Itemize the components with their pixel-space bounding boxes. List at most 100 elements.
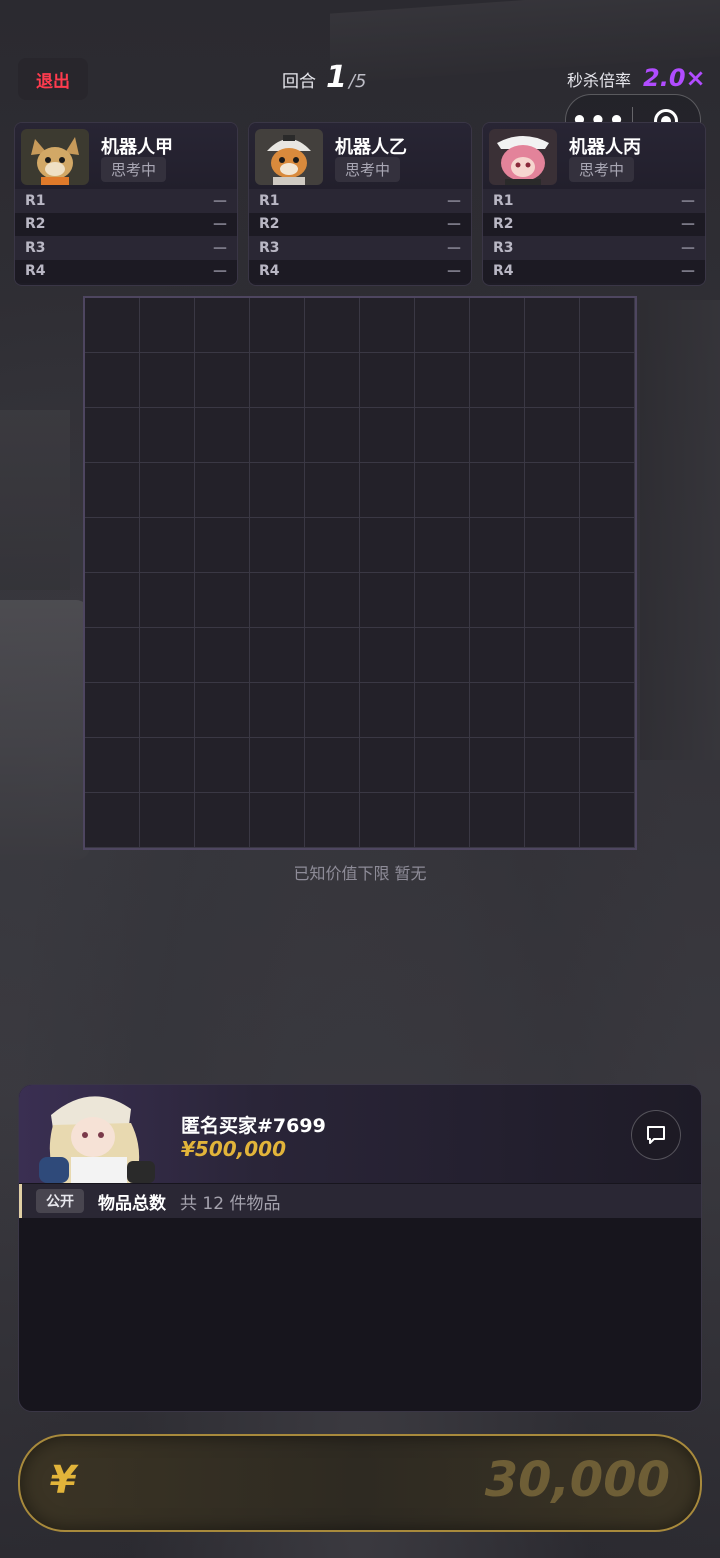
grid-cell[interactable]	[470, 518, 525, 573]
grid-cell[interactable]	[525, 518, 580, 573]
grid-cell[interactable]	[140, 573, 195, 628]
grid-cell[interactable]	[470, 683, 525, 738]
grid-cell[interactable]	[470, 408, 525, 463]
grid-cell[interactable]	[305, 738, 360, 793]
grid-cell[interactable]	[360, 793, 415, 848]
grid-cell[interactable]	[195, 628, 250, 683]
grid-cell[interactable]	[85, 628, 140, 683]
grid-cell[interactable]	[415, 793, 470, 848]
grid-cell[interactable]	[140, 408, 195, 463]
grid-cell[interactable]	[195, 683, 250, 738]
grid-cell[interactable]	[85, 738, 140, 793]
grid-cell[interactable]	[250, 298, 305, 353]
grid-cell[interactable]	[415, 738, 470, 793]
grid-cell[interactable]	[140, 353, 195, 408]
grid-cell[interactable]	[305, 573, 360, 628]
grid-cell[interactable]	[360, 463, 415, 518]
grid-cell[interactable]	[415, 353, 470, 408]
grid-cell[interactable]	[85, 683, 140, 738]
grid-cell[interactable]	[85, 463, 140, 518]
grid-cell[interactable]	[470, 463, 525, 518]
grid-cell[interactable]	[415, 298, 470, 353]
grid-cell[interactable]	[360, 628, 415, 683]
grid-cell[interactable]	[580, 628, 635, 683]
grid-cell[interactable]	[250, 353, 305, 408]
grid-cell[interactable]	[415, 463, 470, 518]
grid-cell[interactable]	[85, 573, 140, 628]
grid-cell[interactable]	[140, 463, 195, 518]
grid-cell[interactable]	[305, 463, 360, 518]
grid-cell[interactable]	[85, 408, 140, 463]
grid-cell[interactable]	[470, 628, 525, 683]
grid-cell[interactable]	[415, 518, 470, 573]
grid-cell[interactable]	[525, 353, 580, 408]
grid-cell[interactable]	[415, 628, 470, 683]
grid-cell[interactable]	[250, 683, 305, 738]
grid-cell[interactable]	[525, 463, 580, 518]
grid-cell[interactable]	[250, 738, 305, 793]
grid-cell[interactable]	[415, 408, 470, 463]
grid-cell[interactable]	[305, 683, 360, 738]
grid-cell[interactable]	[525, 573, 580, 628]
grid-cell[interactable]	[580, 518, 635, 573]
grid-cell[interactable]	[250, 793, 305, 848]
grid-cell[interactable]	[525, 408, 580, 463]
grid-cell[interactable]	[140, 683, 195, 738]
grid-cell[interactable]	[470, 353, 525, 408]
grid-cell[interactable]	[525, 683, 580, 738]
grid-cell[interactable]	[140, 298, 195, 353]
grid-cell[interactable]	[360, 298, 415, 353]
grid-cell[interactable]	[360, 408, 415, 463]
grid-cell[interactable]	[360, 738, 415, 793]
grid-cell[interactable]	[360, 353, 415, 408]
grid-cell[interactable]	[250, 518, 305, 573]
grid-cell[interactable]	[195, 518, 250, 573]
grid-cell[interactable]	[415, 683, 470, 738]
grid-cell[interactable]	[580, 738, 635, 793]
grid-cell[interactable]	[140, 518, 195, 573]
grid-cell[interactable]	[195, 573, 250, 628]
grid-cell[interactable]	[580, 463, 635, 518]
grid-cell[interactable]	[85, 518, 140, 573]
grid-cell[interactable]	[525, 738, 580, 793]
grid-cell[interactable]	[195, 463, 250, 518]
grid-cell[interactable]	[525, 628, 580, 683]
grid-cell[interactable]	[195, 298, 250, 353]
grid-cell[interactable]	[305, 408, 360, 463]
grid-cell[interactable]	[360, 573, 415, 628]
grid-cell[interactable]	[360, 683, 415, 738]
grid-cell[interactable]	[470, 738, 525, 793]
grid-cell[interactable]	[305, 298, 360, 353]
exit-button[interactable]: 退出	[18, 58, 88, 100]
grid-cell[interactable]	[470, 793, 525, 848]
grid-cell[interactable]	[525, 793, 580, 848]
grid-cell[interactable]	[580, 793, 635, 848]
grid-cell[interactable]	[470, 298, 525, 353]
grid-cell[interactable]	[250, 408, 305, 463]
grid-cell[interactable]	[250, 628, 305, 683]
grid-cell[interactable]	[250, 573, 305, 628]
grid-cell[interactable]	[305, 793, 360, 848]
grid-cell[interactable]	[580, 683, 635, 738]
grid-cell[interactable]	[580, 353, 635, 408]
grid-cell[interactable]	[250, 463, 305, 518]
grid-cell[interactable]	[305, 628, 360, 683]
grid-cell[interactable]	[415, 573, 470, 628]
grid-cell[interactable]	[305, 518, 360, 573]
grid-cell[interactable]	[85, 793, 140, 848]
grid-cell[interactable]	[360, 518, 415, 573]
grid-cell[interactable]	[195, 793, 250, 848]
grid-cell[interactable]	[305, 353, 360, 408]
chat-button[interactable]	[631, 1110, 681, 1160]
grid-cell[interactable]	[580, 408, 635, 463]
grid-cell[interactable]	[580, 573, 635, 628]
grid-cell[interactable]	[140, 628, 195, 683]
bid-input[interactable]: ¥ 30,000	[18, 1434, 702, 1532]
grid-cell[interactable]	[580, 298, 635, 353]
grid-cell[interactable]	[525, 298, 580, 353]
grid-cell[interactable]	[470, 573, 525, 628]
grid-cell[interactable]	[140, 738, 195, 793]
grid-cell[interactable]	[195, 738, 250, 793]
grid-cell[interactable]	[85, 353, 140, 408]
grid-cell[interactable]	[195, 353, 250, 408]
